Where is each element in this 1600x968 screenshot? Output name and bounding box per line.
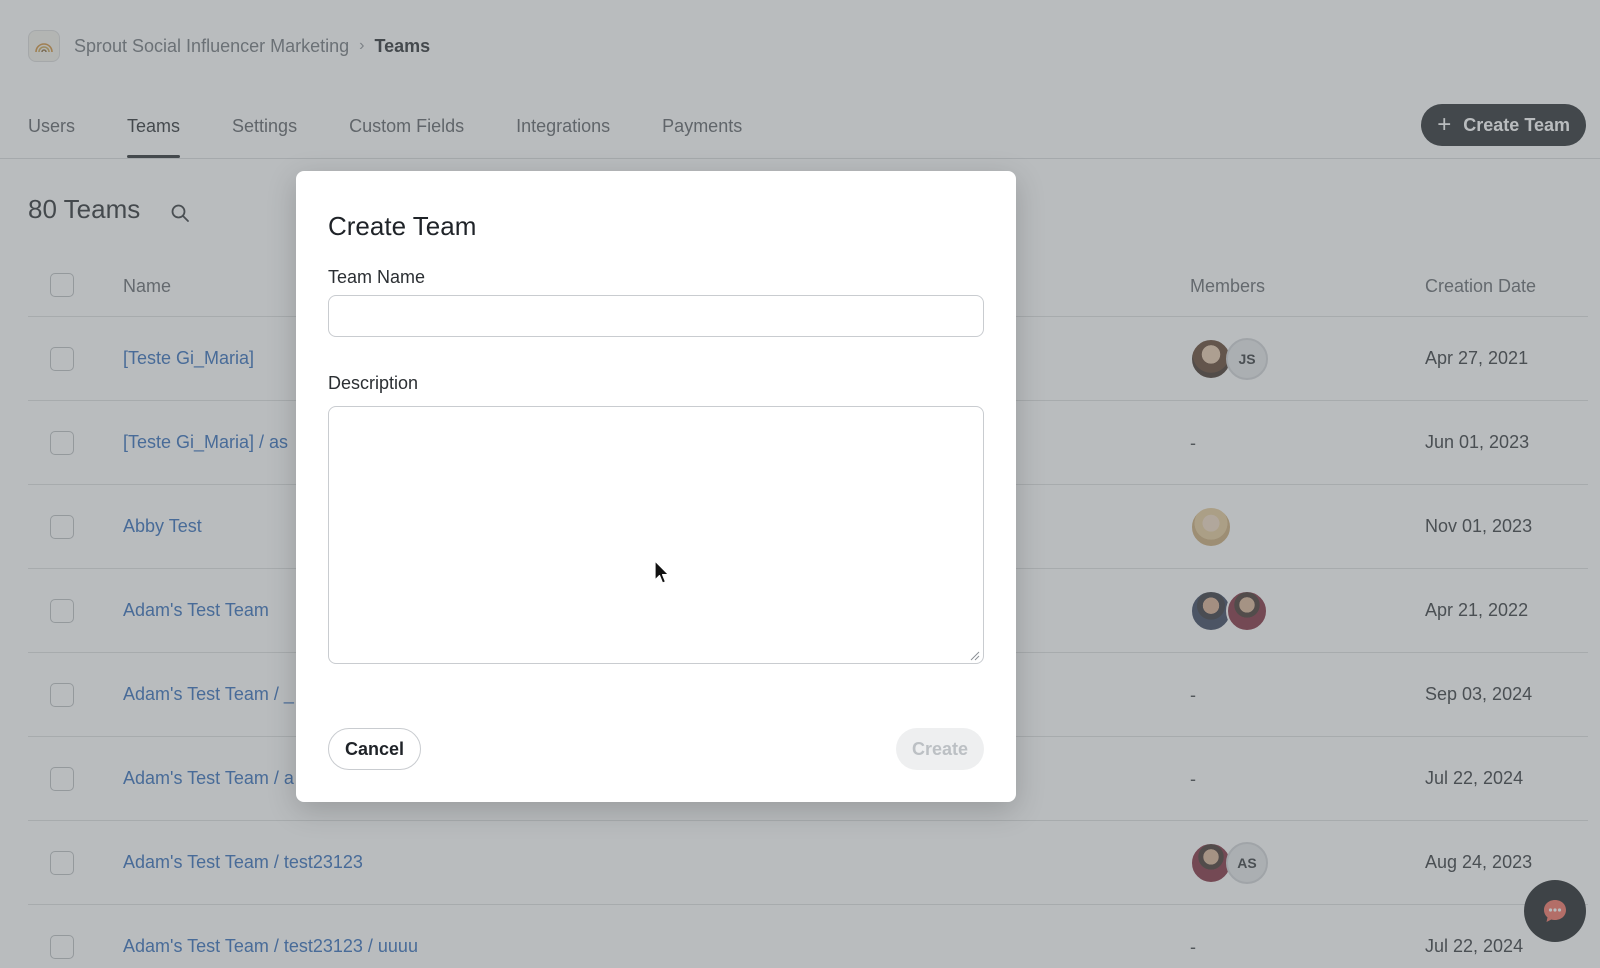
- team-name-input[interactable]: [328, 295, 984, 337]
- description-label: Description: [328, 373, 419, 393]
- resize-handle-icon[interactable]: [970, 651, 980, 661]
- create-team-modal: Create Team Team Name Description Cancel…: [296, 171, 1016, 802]
- create-button[interactable]: Create: [895, 728, 984, 770]
- cancel-button[interactable]: Cancel: [328, 728, 422, 770]
- description-textarea[interactable]: [328, 406, 984, 664]
- team-name-label: Team Name: [328, 267, 426, 287]
- mouse-cursor-icon: [654, 560, 670, 584]
- app-page: Sprout Social Influencer Marketing › Tea…: [0, 0, 1600, 968]
- modal-title: Create Team: [328, 211, 477, 241]
